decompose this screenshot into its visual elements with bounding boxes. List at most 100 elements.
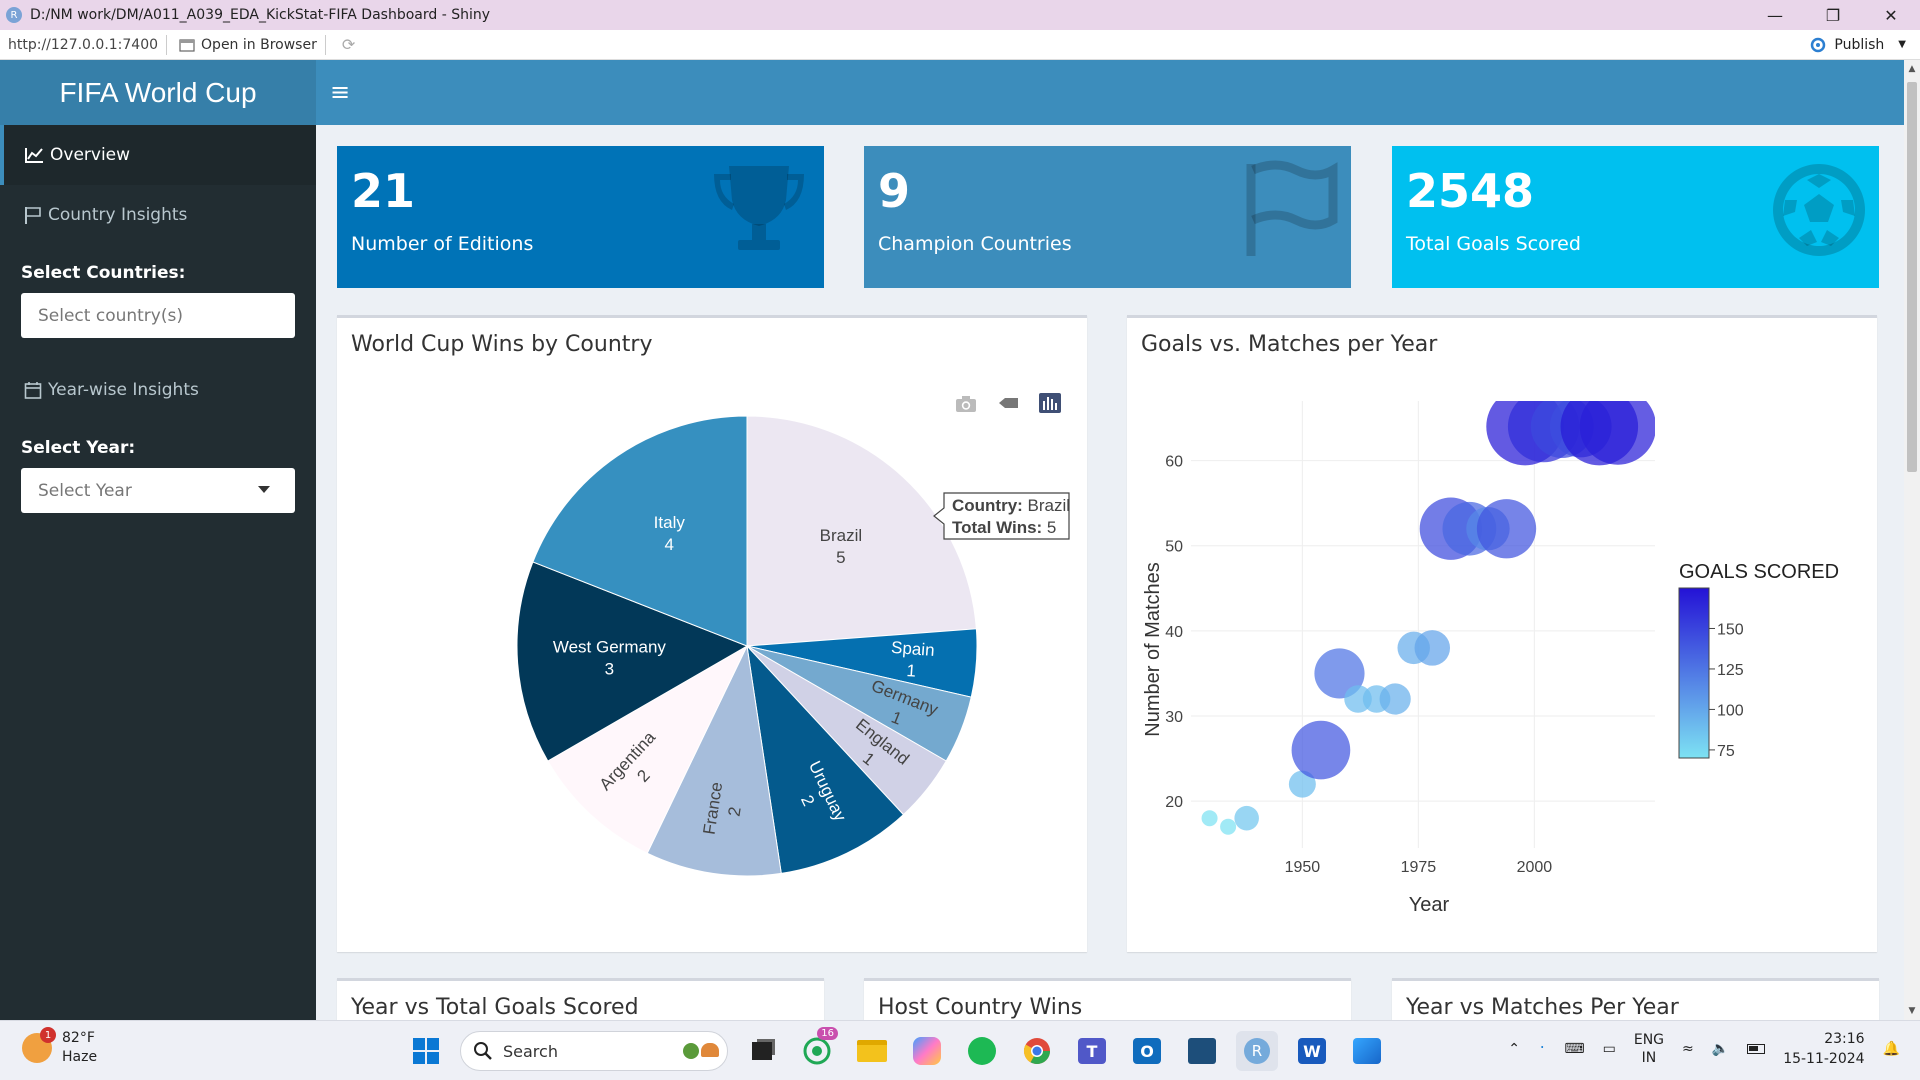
chevron-up-icon[interactable]: ⌃ (1508, 1041, 1520, 1057)
teams-icon[interactable]: T (1071, 1031, 1113, 1071)
champions-value: 9 (878, 164, 911, 218)
pie-chart-title: World Cup Wins by Country (351, 332, 653, 357)
y-axis-title: Number of Matches (1142, 562, 1164, 737)
open-in-browser-button[interactable]: Open in Browser (179, 37, 317, 53)
wifi-icon[interactable]: ≈ (1682, 1041, 1694, 1057)
word-icon[interactable]: W (1291, 1031, 1333, 1071)
x-tick-label: 2000 (1517, 859, 1553, 876)
sidebar-item-label: Country Insights (48, 205, 188, 225)
clock-time: 23:16 (1824, 1031, 1865, 1047)
line-chart-icon (25, 148, 43, 163)
scatter-point[interactable] (1579, 388, 1656, 465)
menu-toggle-icon[interactable]: ≡ (330, 78, 350, 106)
publish-icon (1811, 37, 1826, 52)
pie-label-value: 4 (665, 535, 674, 554)
search-highlight-icon (683, 1043, 719, 1059)
flag-icon (1246, 160, 1338, 256)
year-select-dropdown[interactable]: Select Year (21, 468, 295, 513)
country-select-input[interactable]: Select country(s) (21, 293, 295, 338)
sidebar-item-yearwise-insights[interactable]: Year-wise Insights (0, 360, 316, 420)
chrome-icon[interactable] (1016, 1031, 1058, 1071)
file-explorer-icon[interactable] (851, 1031, 893, 1071)
pie-label-category: Brazil (820, 526, 863, 545)
main-header: FIFA World Cup ≡ (0, 60, 1904, 125)
viewer-toolbar: http://127.0.0.1:7400 Open in Browser ⟳ … (0, 30, 1920, 60)
pie-label-category: Italy (654, 513, 686, 532)
select-year-label: Select Year: (21, 438, 136, 458)
pie-label-category: Spain (890, 638, 935, 660)
valuebox-goals: 2548 Total Goals Scored (1392, 146, 1879, 288)
virtualbox-icon[interactable] (1181, 1031, 1223, 1071)
matches-by-year-box: Year vs Matches Per Year (1392, 978, 1879, 1020)
divider (324, 34, 326, 55)
divider (166, 34, 168, 55)
bluetooth-icon[interactable]: ᛫ (1538, 1041, 1546, 1057)
copilot-icon[interactable] (906, 1031, 948, 1071)
keyboard-icon[interactable]: ⌨ (1564, 1041, 1584, 1057)
photos-icon[interactable] (1346, 1031, 1388, 1071)
colorbar (1678, 587, 1710, 759)
host-wins-box: Host Country Wins (864, 978, 1351, 1020)
scatter-point[interactable] (1379, 683, 1411, 715)
task-view-icon[interactable] (741, 1031, 783, 1071)
goals-value: 2548 (1406, 164, 1535, 218)
host-wins-title: Host Country Wins (878, 995, 1083, 1020)
y-tick-label: 60 (1165, 454, 1183, 471)
restore-button[interactable]: ❐ (1804, 0, 1862, 30)
sidebar-item-overview[interactable]: Overview (0, 125, 316, 185)
notification-bell-icon[interactable]: 🔔 (1883, 1041, 1900, 1057)
scrollbar-thumb[interactable] (1907, 82, 1917, 472)
page-scrollbar[interactable]: ▲ ▼ (1904, 60, 1920, 1020)
start-button[interactable] (405, 1031, 447, 1071)
scroll-up-icon[interactable]: ▲ (1904, 64, 1920, 74)
windows-taskbar: 1 82°F Haze Search 16 T O R W ⌃ ᛫ ⌨ ▭ EN… (0, 1020, 1920, 1080)
minimize-button[interactable]: — (1746, 0, 1804, 30)
taskbar-search[interactable]: Search (460, 1031, 728, 1071)
chrome-glyph-icon (1023, 1038, 1051, 1065)
lang-secondary: IN (1641, 1050, 1657, 1066)
editions-value: 21 (351, 164, 416, 218)
y-tick-label: 50 (1165, 539, 1183, 556)
spotify-icon[interactable] (961, 1031, 1003, 1071)
whatsapp-icon[interactable]: 16 (796, 1027, 838, 1071)
scatter-point[interactable] (1234, 805, 1259, 831)
publish-label: Publish (1834, 36, 1885, 53)
scatter-point[interactable] (1201, 810, 1218, 827)
scatter-point[interactable] (1414, 630, 1451, 666)
colorbar-tick-label: 125 (1717, 662, 1744, 679)
publish-button[interactable]: Publish ▼ (1808, 37, 1906, 53)
weather-widget[interactable]: 1 82°F Haze (22, 1027, 97, 1067)
sidebar-item-label: Year-wise Insights (48, 380, 199, 400)
scatter-point[interactable] (1291, 720, 1351, 780)
select-countries-label: Select Countries: (21, 263, 186, 283)
open-in-browser-label: Open in Browser (201, 36, 317, 53)
colorbar-tick-label: 75 (1717, 743, 1735, 760)
weather-badge: 1 (40, 1027, 56, 1043)
y-tick-label: 30 (1165, 709, 1183, 726)
close-button[interactable]: ✕ (1862, 0, 1920, 30)
flag-icon (25, 207, 41, 224)
tooltip-wins: Total Wins: 5 (952, 518, 1056, 537)
outlook-icon[interactable]: O (1126, 1031, 1168, 1071)
rstudio-icon[interactable]: R (1236, 1031, 1278, 1071)
clock[interactable]: 23:16 15-11-2024 (1783, 1029, 1864, 1069)
battery-icon[interactable] (1747, 1044, 1766, 1054)
colorbar-title: GOALS SCORED (1679, 561, 1839, 583)
chevron-down-icon: ▼ (1898, 39, 1906, 50)
volume-icon[interactable]: 🔈 (1712, 1041, 1729, 1057)
app-icon: R (6, 7, 22, 23)
clock-date: 15-11-2024 (1783, 1051, 1865, 1067)
url-text[interactable]: http://127.0.0.1:7400 (8, 37, 158, 53)
scroll-down-icon[interactable]: ▼ (1904, 1006, 1920, 1016)
display-icon[interactable]: ▭ (1603, 1041, 1616, 1057)
matches-by-year-title: Year vs Matches Per Year (1406, 995, 1679, 1020)
pie-label-value: 1 (906, 661, 917, 681)
caret-down-icon (258, 486, 270, 493)
refresh-icon[interactable]: ⟳ (342, 35, 355, 54)
scatter-point[interactable] (1220, 818, 1237, 835)
sidebar-item-country-insights[interactable]: Country Insights (0, 185, 316, 245)
scatter-point[interactable] (1476, 499, 1537, 559)
colorbar-tick-label: 100 (1717, 702, 1744, 719)
windows-logo-icon (413, 1038, 439, 1064)
language-indicator[interactable]: ENG IN (1634, 1031, 1664, 1067)
